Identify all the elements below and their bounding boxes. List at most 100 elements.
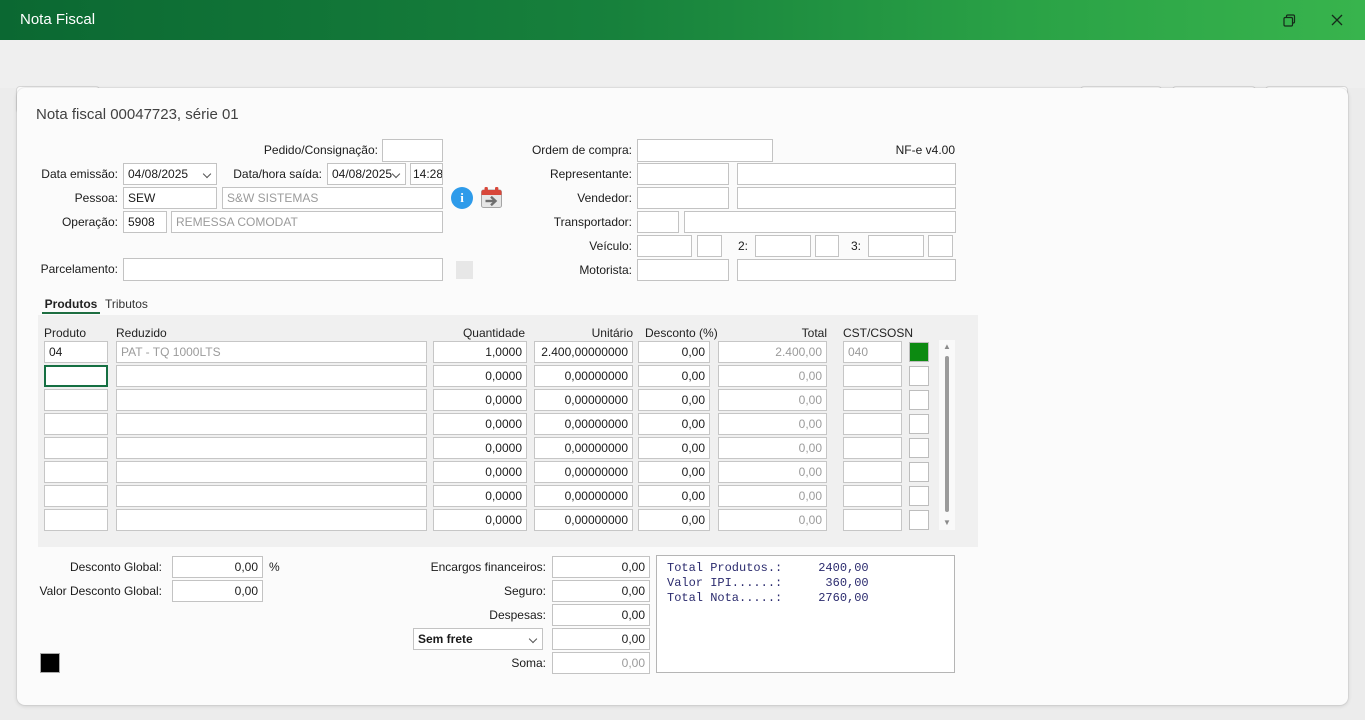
cell-quantidade[interactable]: 0,0000 bbox=[433, 413, 527, 435]
pessoa-code-input[interactable]: SEW bbox=[123, 187, 217, 209]
parcelamento-label: Parcelamento: bbox=[40, 262, 118, 276]
cell-cst[interactable] bbox=[843, 437, 902, 459]
veiculo-1-uf-input[interactable] bbox=[697, 235, 722, 257]
cell-desconto[interactable]: 0,00 bbox=[638, 509, 710, 531]
motorista-code-input[interactable] bbox=[637, 259, 729, 281]
cell-produto[interactable] bbox=[44, 365, 108, 387]
scroll-down-icon[interactable]: ▼ bbox=[939, 516, 955, 530]
veiculo-2-uf-input[interactable] bbox=[815, 235, 839, 257]
calendar-schedule-icon[interactable] bbox=[480, 186, 503, 212]
transportador-name-field bbox=[684, 211, 956, 233]
data-emissao-select[interactable]: 04/08/2025 bbox=[123, 163, 217, 185]
cell-cst[interactable] bbox=[843, 485, 902, 507]
cell-desconto[interactable]: 0,00 bbox=[638, 437, 710, 459]
cell-cst[interactable] bbox=[843, 365, 902, 387]
col-header-reduzido: Reduzido bbox=[116, 326, 167, 340]
cell-cst[interactable] bbox=[843, 413, 902, 435]
cell-quantidade[interactable]: 0,0000 bbox=[433, 485, 527, 507]
cell-quantidade[interactable]: 0,0000 bbox=[433, 389, 527, 411]
cell-unitario[interactable]: 0,00000000 bbox=[534, 509, 633, 531]
cell-quantidade[interactable]: 0,0000 bbox=[433, 437, 527, 459]
cell-produto[interactable] bbox=[44, 461, 108, 483]
cell-cst[interactable] bbox=[843, 509, 902, 531]
table-row: 0,0000 0,00000000 0,00 0,00 bbox=[0, 437, 1365, 459]
grid-scrollbar[interactable]: ▲ ▼ bbox=[939, 340, 955, 530]
cell-unitario[interactable]: 0,00000000 bbox=[534, 485, 633, 507]
restore-icon[interactable] bbox=[1267, 0, 1311, 40]
veiculo-3-uf-input[interactable] bbox=[928, 235, 953, 257]
encargos-label: Encargos financeiros: bbox=[430, 560, 546, 574]
cell-desconto[interactable]: 0,00 bbox=[638, 461, 710, 483]
veiculo-label: Veículo: bbox=[589, 239, 632, 253]
cell-reduzido bbox=[116, 461, 427, 483]
scrollbar-thumb[interactable] bbox=[945, 356, 949, 512]
cell-quantidade[interactable]: 1,0000 bbox=[433, 341, 527, 363]
close-icon[interactable] bbox=[1315, 0, 1359, 40]
info-icon[interactable]: i bbox=[451, 187, 473, 209]
item-color-indicator bbox=[909, 366, 929, 386]
cell-quantidade[interactable]: 0,0000 bbox=[433, 365, 527, 387]
cell-desconto[interactable]: 0,00 bbox=[638, 365, 710, 387]
valor-desconto-global-input[interactable]: 0,00 bbox=[172, 580, 263, 602]
table-row: 0,0000 0,00000000 0,00 0,00 bbox=[0, 485, 1365, 507]
cell-desconto[interactable]: 0,00 bbox=[638, 413, 710, 435]
cell-unitario[interactable]: 0,00000000 bbox=[534, 437, 633, 459]
scroll-up-icon[interactable]: ▲ bbox=[939, 340, 955, 354]
seguro-input[interactable]: 0,00 bbox=[552, 580, 650, 602]
cell-produto[interactable] bbox=[44, 485, 108, 507]
cell-unitario[interactable]: 2.400,00000000 bbox=[534, 341, 633, 363]
operacao-code-input[interactable]: 5908 bbox=[123, 211, 167, 233]
parcelamento-aux-button[interactable] bbox=[456, 261, 473, 279]
cell-cst[interactable] bbox=[843, 389, 902, 411]
pedido-label: Pedido/Consignação: bbox=[263, 143, 378, 157]
data-saida-select[interactable]: 04/08/2025 bbox=[327, 163, 406, 185]
veiculo-2-input[interactable] bbox=[755, 235, 811, 257]
parcelamento-input[interactable] bbox=[123, 258, 443, 281]
cell-desconto[interactable]: 0,00 bbox=[638, 341, 710, 363]
vendedor-code-input[interactable] bbox=[637, 187, 729, 209]
transportador-code-input[interactable] bbox=[637, 211, 679, 233]
tab-tributos[interactable]: Tributos bbox=[105, 297, 148, 314]
cell-produto[interactable] bbox=[44, 413, 108, 435]
cell-desconto[interactable]: 0,00 bbox=[638, 485, 710, 507]
representante-code-input[interactable] bbox=[637, 163, 729, 185]
cell-unitario[interactable]: 0,00000000 bbox=[534, 365, 633, 387]
totals-summary-box: Total Produtos.: 2400,00 Valor IPI......… bbox=[656, 555, 955, 673]
desconto-global-input[interactable]: 0,00 bbox=[172, 556, 263, 578]
cell-unitario[interactable]: 0,00000000 bbox=[534, 413, 633, 435]
color-swatch[interactable] bbox=[40, 653, 60, 673]
total-nota-line: Total Nota.....: 2760,00 bbox=[667, 591, 869, 605]
window-title: Nota Fiscal bbox=[20, 11, 96, 28]
cell-produto[interactable] bbox=[44, 437, 108, 459]
frete-select[interactable]: Sem frete bbox=[413, 628, 543, 650]
despesas-input[interactable]: 0,00 bbox=[552, 604, 650, 626]
veiculo-3-label: 3: bbox=[850, 239, 861, 253]
cell-produto[interactable]: 04 bbox=[44, 341, 108, 363]
cell-total: 0,00 bbox=[718, 413, 827, 435]
cell-produto[interactable] bbox=[44, 389, 108, 411]
cell-desconto[interactable]: 0,00 bbox=[638, 389, 710, 411]
soma-label: Soma: bbox=[511, 656, 546, 670]
data-saida-label: Data/hora saída: bbox=[233, 167, 322, 181]
hora-saida-input[interactable]: 14:28 bbox=[410, 163, 443, 185]
cell-quantidade[interactable]: 0,0000 bbox=[433, 509, 527, 531]
ordem-compra-input[interactable] bbox=[637, 139, 773, 162]
encargos-input[interactable]: 0,00 bbox=[552, 556, 650, 578]
pedido-input[interactable] bbox=[382, 139, 443, 162]
cell-unitario[interactable]: 0,00000000 bbox=[534, 389, 633, 411]
cell-total: 0,00 bbox=[718, 365, 827, 387]
cell-produto[interactable] bbox=[44, 509, 108, 531]
cell-unitario[interactable]: 0,00000000 bbox=[534, 461, 633, 483]
cell-reduzido bbox=[116, 485, 427, 507]
item-color-indicator bbox=[909, 510, 929, 530]
nfe-version-badge: NF-e v4.00 bbox=[895, 143, 955, 157]
cell-cst[interactable] bbox=[843, 461, 902, 483]
cell-cst[interactable]: 040 bbox=[843, 341, 902, 363]
veiculo-1-input[interactable] bbox=[637, 235, 692, 257]
veiculo-3-input[interactable] bbox=[868, 235, 924, 257]
item-color-indicator bbox=[909, 414, 929, 434]
cell-quantidade[interactable]: 0,0000 bbox=[433, 461, 527, 483]
frete-input[interactable]: 0,00 bbox=[552, 628, 650, 650]
tab-produtos[interactable]: Produtos bbox=[42, 297, 100, 314]
pessoa-name-field: S&W SISTEMAS bbox=[222, 187, 443, 209]
